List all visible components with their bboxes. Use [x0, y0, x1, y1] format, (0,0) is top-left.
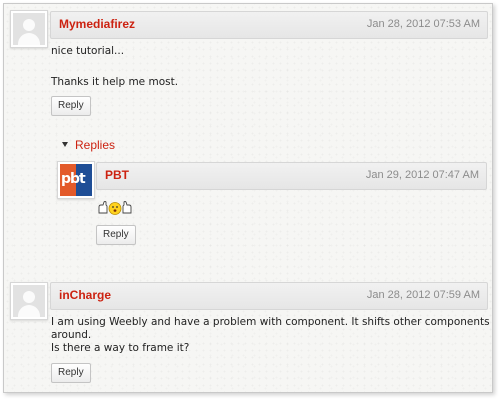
comments-panel: Mymediafirez Jan 28, 2012 07:53 AM nice …: [3, 3, 493, 393]
comment-date: Jan 28, 2012 07:53 AM: [366, 18, 480, 30]
reply-author[interactable]: PBT: [105, 168, 129, 182]
comment-text-line: around.: [51, 329, 92, 341]
pbt-logo-icon: pbt: [60, 164, 92, 196]
avatar[interactable]: pbt: [57, 161, 95, 199]
reply-button[interactable]: Reply: [51, 363, 91, 383]
reply-date: Jan 29, 2012 07:47 AM: [365, 169, 479, 181]
comment-text-line: I am using Weebly and have a problem wit…: [51, 316, 490, 328]
comment-header: Mymediafirez Jan 28, 2012 07:53 AM: [50, 11, 488, 39]
reply-button[interactable]: Reply: [51, 96, 91, 116]
avatar[interactable]: [10, 282, 48, 320]
comment-header: inCharge Jan 28, 2012 07:59 AM: [50, 282, 488, 310]
comment-text-line: nice tutorial...: [51, 45, 125, 57]
reply-button[interactable]: Reply: [96, 225, 136, 245]
replies-label: Replies: [75, 138, 116, 152]
avatar[interactable]: [10, 10, 48, 48]
default-user-icon: [13, 285, 45, 317]
replies-toggle[interactable]: Replies: [62, 138, 115, 152]
comment-author[interactable]: inCharge: [59, 288, 111, 302]
default-user-icon: [13, 13, 45, 45]
comment-text-line: Thanks it help me most.: [51, 76, 179, 88]
thumbs-up-smiley-icon: [98, 201, 132, 215]
comment-date: Jan 28, 2012 07:59 AM: [366, 289, 480, 301]
comment-author[interactable]: Mymediafirez: [59, 17, 135, 31]
caret-down-icon: [62, 142, 68, 148]
comment-text-line: Is there a way to frame it?: [51, 342, 190, 354]
reply-header: PBT Jan 29, 2012 07:47 AM: [96, 162, 487, 190]
